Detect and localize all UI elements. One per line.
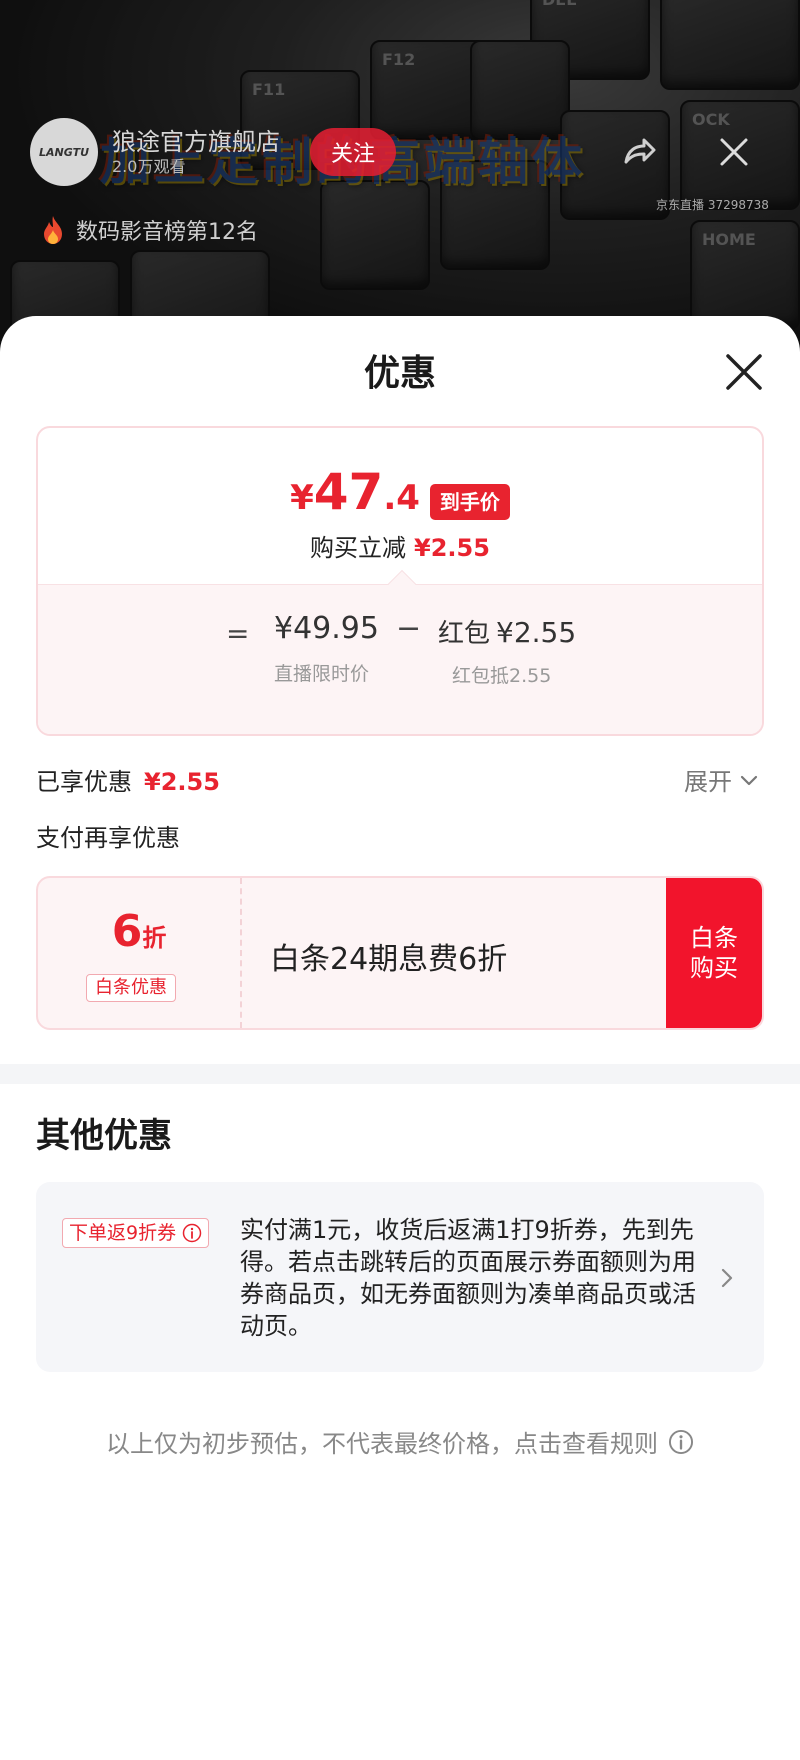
sheet-title: 优惠: [363, 353, 436, 394]
baitiao-description: 白条24期息费6折: [270, 942, 508, 977]
share-icon[interactable]: [618, 132, 658, 172]
final-price-decimal: .4: [383, 478, 420, 518]
equals-sign: =: [226, 617, 250, 650]
final-price-currency: ¥: [290, 478, 314, 518]
instant-discount-amount: ¥2.55: [414, 534, 490, 562]
section-divider: [0, 1064, 800, 1084]
chevron-down-icon: [740, 775, 758, 785]
other-discounts-title: 其他优惠: [36, 1116, 172, 1156]
live-price: ¥49.95: [274, 611, 379, 646]
host-info[interactable]: LANGTU 狼途官方旗舰店 2.0万观看: [30, 118, 280, 186]
info-icon[interactable]: [668, 1429, 694, 1455]
fire-icon: [44, 216, 62, 244]
discount-sheet: 优惠 ¥47.4 到手价 购买立减 ¥2.55 = ¥49.95 直播限时价 − …: [0, 316, 800, 1760]
coupon-description: 实付满1元，收货后返满1打9折券，先到先得。若点击跳转后的页面展示券面额则为用券…: [240, 1216, 696, 1340]
coupon-tag[interactable]: 下单返9折券: [62, 1218, 210, 1248]
rank-badge[interactable]: 数码影音榜第12名: [40, 214, 258, 246]
price-calculation: = ¥49.95 直播限时价 − 红包 ¥2.55 红包抵2.55: [38, 584, 762, 734]
baitiao-tag: 白条优惠: [86, 974, 176, 1002]
baitiao-discount-number: 6: [111, 906, 143, 957]
baitiao-discount: 6折: [38, 906, 240, 957]
host-avatar[interactable]: LANGTU: [30, 118, 98, 186]
red-packet-amount-row: 红包 ¥2.55: [438, 613, 576, 650]
expand-button[interactable]: 展开: [684, 762, 760, 797]
instant-discount-row: 购买立减 ¥2.55: [38, 528, 762, 563]
final-price-integer: 47: [313, 463, 384, 521]
red-packet-desc: 红包抵2.55: [452, 665, 552, 687]
info-icon[interactable]: [182, 1223, 202, 1243]
coupon-offer-card[interactable]: 下单返9折券 实付满1元，收货后返满1打9折券，先到先得。若点击跳转后的页面展示…: [36, 1182, 764, 1372]
instant-discount-label: 购买立减: [310, 534, 407, 562]
expand-label: 展开: [684, 768, 732, 796]
baitiao-buy-button[interactable]: 白条购买: [666, 878, 762, 1028]
price-disclaimer[interactable]: 以上仅为初步预估，不代表最终价格，点击查看规则: [0, 1424, 800, 1459]
viewer-count: 2.0万观看: [112, 157, 186, 176]
minus-sign: −: [396, 611, 422, 646]
enjoyed-label: 已享优惠: [36, 768, 132, 796]
chevron-right-icon: [721, 1268, 733, 1288]
baitiao-discount-block: 6折 白条优惠: [38, 878, 242, 1028]
red-packet-label: 红包: [438, 619, 491, 649]
red-packet-amount: ¥2.55: [496, 616, 577, 649]
rank-text: 数码影音榜第12名: [76, 220, 258, 245]
live-price-label: 直播限时价: [274, 663, 370, 685]
final-price-tag: 到手价: [429, 484, 510, 520]
pay-more-discount-label: 支付再享优惠: [36, 824, 180, 852]
room-id: 京东直播 37298738: [656, 198, 769, 212]
close-icon[interactable]: [714, 132, 754, 172]
close-icon[interactable]: [722, 350, 766, 394]
disclaimer-text: 以上仅为初步预估，不代表最终价格，点击查看规则: [106, 1430, 658, 1458]
final-price-row: ¥47.4 到手价: [38, 466, 762, 530]
price-breakdown-card: ¥47.4 到手价 购买立减 ¥2.55 = ¥49.95 直播限时价 − 红包 ¥…: [36, 426, 764, 736]
coupon-tag-label: 下单返9折券: [69, 1222, 177, 1244]
follow-button[interactable]: 关注: [310, 128, 396, 176]
baitiao-discount-unit: 折: [142, 924, 167, 952]
final-price: ¥47.4: [290, 466, 420, 530]
host-text: 狼途官方旗舰店 2.0万观看: [112, 127, 280, 177]
enjoyed-discount-row: 已享优惠 ¥2.55: [36, 762, 220, 797]
baitiao-offer-card[interactable]: 6折 白条优惠 白条24期息费6折 白条购买: [36, 876, 764, 1030]
enjoyed-amount: ¥2.55: [144, 768, 220, 796]
final-price-section: ¥47.4 到手价 购买立减 ¥2.55: [38, 428, 762, 584]
host-name: 狼途官方旗舰店: [112, 128, 280, 156]
